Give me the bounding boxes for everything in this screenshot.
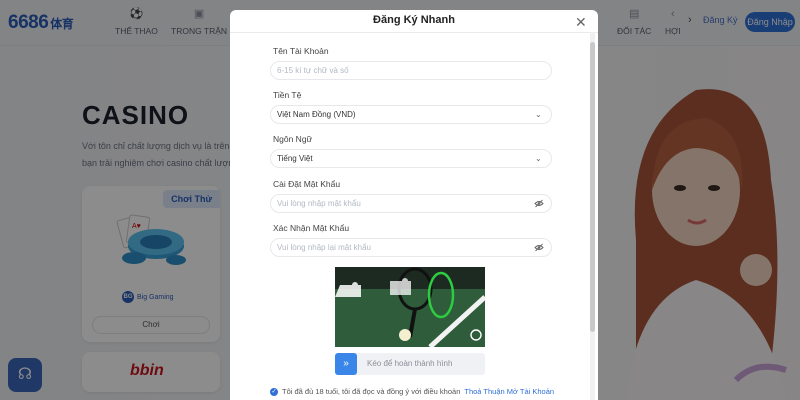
eye-off-icon[interactable] (534, 243, 544, 252)
chevron-down-icon[interactable]: ⌄ (535, 110, 542, 119)
modal-scrollbar[interactable] (590, 32, 595, 400)
password-label: Cài Đặt Mật Khẩu (273, 179, 341, 189)
confirm-password-label: Xác Nhận Mật Khẩu (273, 223, 350, 233)
quick-register-modal: Đăng Ký Nhanh ✕ Tên Tài Khoản Tiền Tệ Vi… (230, 10, 598, 400)
refresh-icon[interactable] (470, 330, 484, 344)
modal-divider (230, 32, 598, 33)
slider-hint: Kéo để hoàn thành hình (367, 359, 453, 368)
modal-title: Đăng Ký Nhanh (373, 14, 455, 26)
language-select[interactable]: Tiếng Việt (270, 149, 552, 168)
password-input[interactable] (270, 194, 552, 213)
captcha-puzzle-image (335, 267, 485, 347)
checkbox-checked-icon[interactable]: ✓ (270, 387, 278, 396)
username-label: Tên Tài Khoản (273, 46, 329, 56)
currency-label: Tiền Tệ (273, 90, 302, 100)
captcha-slider[interactable]: » Kéo để hoàn thành hình (335, 353, 485, 375)
terms-agreement: ✓ Tôi đã đủ 18 tuổi, tôi đã đọc và đồng … (270, 387, 555, 396)
double-chevron-right-icon[interactable]: » (335, 353, 357, 375)
chevron-down-icon[interactable]: ⌄ (535, 154, 542, 163)
eye-off-icon[interactable] (534, 199, 544, 208)
scrollbar-thumb[interactable] (590, 42, 595, 332)
username-input[interactable] (270, 61, 552, 80)
confirm-password-input[interactable] (270, 238, 552, 257)
language-label: Ngôn Ngữ (273, 134, 313, 144)
close-icon[interactable]: ✕ (575, 14, 587, 31)
currency-select[interactable]: Việt Nam Đồng (VND) (270, 105, 552, 124)
terms-link[interactable]: Thoả Thuận Mở Tài Khoản (464, 387, 554, 396)
